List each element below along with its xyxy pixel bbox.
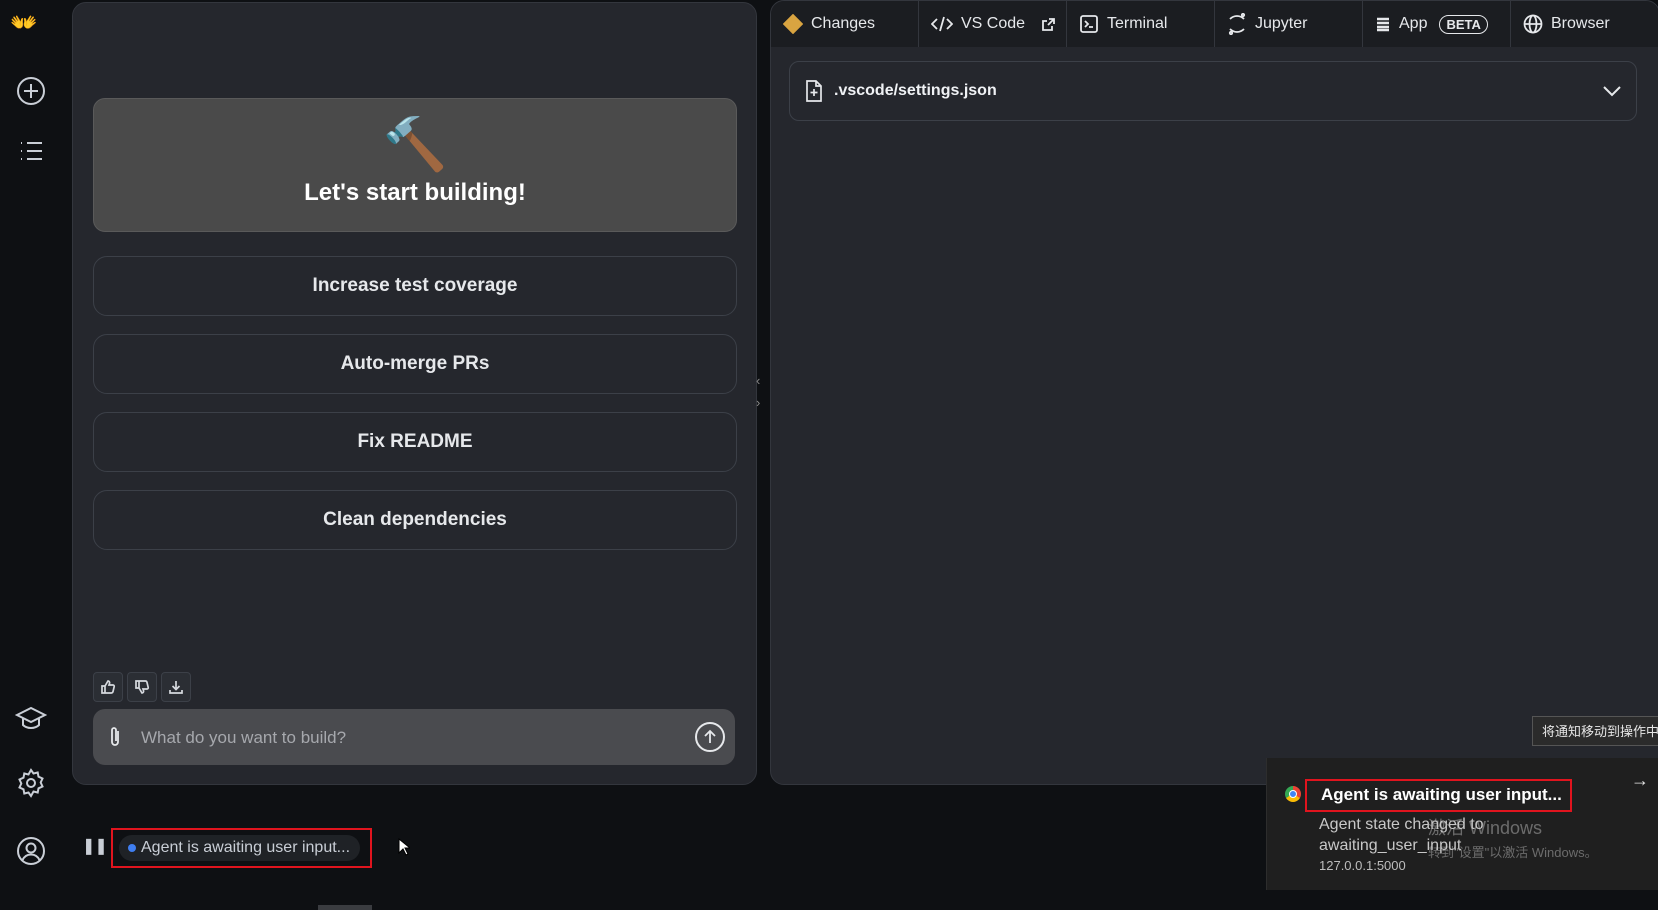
terminal-icon bbox=[1080, 15, 1098, 33]
panel-resize-handle[interactable]: ‹ › bbox=[756, 370, 760, 414]
agent-status-text: Agent is awaiting user input... bbox=[141, 839, 351, 856]
tab-label: App bbox=[1399, 15, 1428, 32]
arrow-up-icon bbox=[704, 729, 716, 743]
beta-badge: BETA bbox=[1439, 14, 1488, 34]
tab-label: VS Code bbox=[961, 15, 1026, 32]
tab-browser[interactable]: Browser bbox=[1511, 1, 1658, 47]
app-logo[interactable]: 👐 bbox=[10, 10, 37, 36]
mouse-cursor-icon bbox=[398, 838, 410, 856]
tab-label: Terminal bbox=[1107, 15, 1168, 32]
notification-tooltip: 将通知移动到操作中心 bbox=[1532, 716, 1658, 746]
arrow-right-icon[interactable]: → bbox=[1631, 770, 1649, 791]
notification-title-highlight: Agent is awaiting user input... bbox=[1305, 779, 1572, 812]
list-icon[interactable] bbox=[14, 134, 48, 168]
hammer-hand-icon: 🔨 bbox=[382, 116, 448, 174]
workspace-tabs: Changes VS Code Terminal Jupyter App BET… bbox=[771, 1, 1658, 47]
tab-label: Browser bbox=[1551, 15, 1610, 32]
chevron-down-icon[interactable] bbox=[1602, 85, 1622, 97]
file-plus-icon bbox=[806, 80, 822, 102]
suggestion-button[interactable]: Fix README bbox=[93, 412, 737, 472]
welcome-card: 🔨 Let's start building! bbox=[93, 98, 737, 232]
notification-host: 127.0.0.1:5000 bbox=[1319, 858, 1406, 873]
tab-terminal[interactable]: Terminal bbox=[1067, 1, 1215, 47]
activation-watermark-sub: 转到"设置"以激活 Windows。 bbox=[1428, 845, 1598, 860]
chat-panel: 🔨 Let's start building! Increase test co… bbox=[72, 2, 757, 785]
tab-app[interactable]: App BETA bbox=[1363, 1, 1511, 47]
welcome-title: Let's start building! bbox=[304, 179, 526, 206]
external-link-icon[interactable] bbox=[1041, 17, 1056, 32]
tab-vs-code[interactable]: VS Code bbox=[919, 1, 1067, 47]
suggestion-button[interactable]: Increase test coverage bbox=[93, 256, 737, 316]
status-dot-icon bbox=[128, 844, 136, 852]
jupyter-icon bbox=[1228, 13, 1246, 35]
send-button[interactable] bbox=[695, 722, 725, 752]
notification-title: Agent is awaiting user input... bbox=[1321, 785, 1562, 804]
file-diff-header[interactable]: .vscode/settings.json bbox=[789, 61, 1637, 121]
suggestion-button[interactable]: Auto-merge PRs bbox=[93, 334, 737, 394]
pause-icon[interactable]: ❚❚ bbox=[82, 836, 108, 856]
scrollbar[interactable] bbox=[318, 905, 372, 910]
tab-label: Changes bbox=[811, 15, 876, 32]
workspace-panel: Changes VS Code Terminal Jupyter App BET… bbox=[770, 0, 1658, 785]
new-project-icon[interactable] bbox=[14, 74, 48, 108]
tab-jupyter[interactable]: Jupyter bbox=[1215, 1, 1363, 47]
user-profile-icon[interactable] bbox=[14, 834, 48, 868]
chrome-icon bbox=[1285, 786, 1301, 802]
changes-icon bbox=[783, 14, 803, 34]
activation-watermark: 激活 Windows bbox=[1428, 818, 1543, 838]
download-icon[interactable] bbox=[161, 672, 191, 702]
tab-changes[interactable]: Changes bbox=[771, 1, 919, 47]
gear-icon[interactable] bbox=[14, 766, 48, 800]
globe-icon bbox=[1523, 14, 1543, 34]
app-icon bbox=[1377, 17, 1389, 32]
tab-label: Jupyter bbox=[1255, 15, 1308, 32]
chat-composer bbox=[93, 709, 735, 765]
thumbs-up-icon[interactable] bbox=[93, 672, 123, 702]
status-highlight: Agent is awaiting user input... bbox=[111, 828, 372, 868]
suggestion-button[interactable]: Clean dependencies bbox=[93, 490, 737, 550]
chat-input[interactable] bbox=[139, 721, 663, 755]
paperclip-icon[interactable] bbox=[107, 725, 123, 754]
graduation-cap-icon[interactable] bbox=[14, 702, 48, 736]
agent-status-pill: Agent is awaiting user input... bbox=[119, 835, 361, 861]
code-icon bbox=[931, 16, 953, 32]
thumbs-down-icon[interactable] bbox=[127, 672, 157, 702]
file-name: .vscode/settings.json bbox=[834, 82, 997, 99]
left-rail: 👐 bbox=[0, 0, 68, 910]
